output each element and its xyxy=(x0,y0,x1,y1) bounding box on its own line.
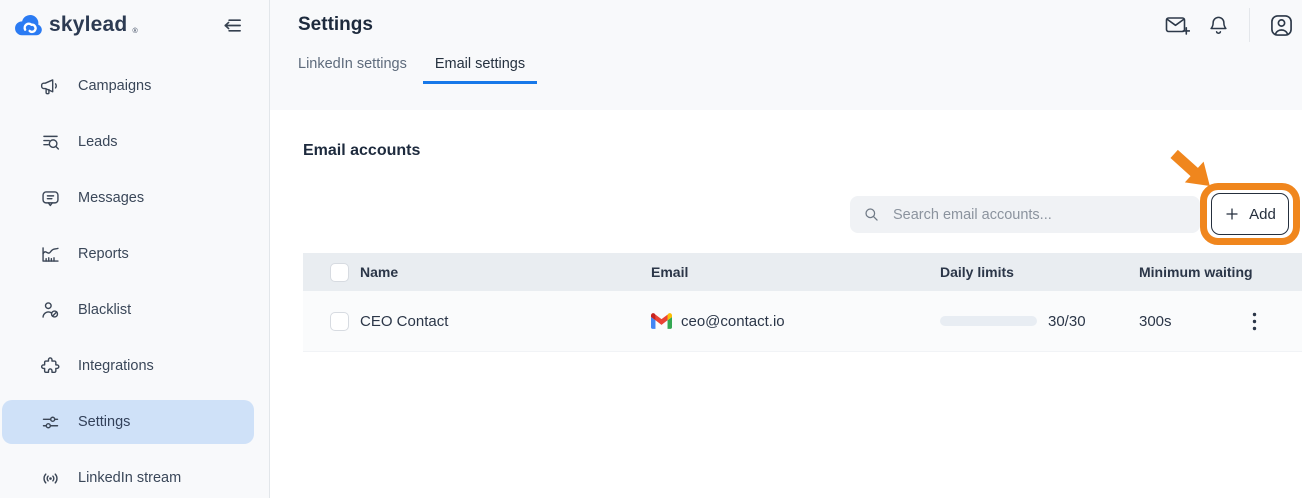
broadcast-icon xyxy=(40,468,61,489)
brand-name: skylead xyxy=(49,13,127,37)
sidebar-item-settings[interactable]: Settings xyxy=(2,400,254,444)
section-title: Email accounts xyxy=(303,142,420,160)
table-row: CEO Contact ceo@contact.io xyxy=(303,291,1302,352)
app-window: skylead ® Campaigns xyxy=(0,0,1302,498)
account-email-cell: ceo@contact.io xyxy=(651,313,940,330)
row-checkbox[interactable] xyxy=(330,312,349,331)
column-header-name: Name xyxy=(360,264,651,280)
skylead-logo[interactable]: skylead ® xyxy=(14,13,138,37)
skylead-cloud-icon xyxy=(14,13,44,37)
email-accounts-table: Name Email Daily limits Minimum waiting … xyxy=(303,253,1302,352)
lead-search-icon xyxy=(40,132,61,153)
search-icon xyxy=(862,205,881,224)
daily-limit-value: 30/30 xyxy=(1048,313,1086,330)
add-button-highlight-ring: Add xyxy=(1200,183,1300,245)
add-button-label: Add xyxy=(1249,206,1276,223)
megaphone-icon xyxy=(40,76,61,97)
sidebar-item-label: Integrations xyxy=(78,358,154,374)
gmail-icon xyxy=(651,313,672,329)
sidebar-item-label: Campaigns xyxy=(78,78,151,94)
header-divider xyxy=(1249,8,1250,42)
tab-email-settings[interactable]: Email settings xyxy=(423,56,537,84)
row-select-cell xyxy=(303,312,360,331)
sidebar: skylead ® Campaigns xyxy=(0,0,270,498)
collapse-sidebar-icon[interactable] xyxy=(220,14,243,37)
mail-plus-icon[interactable] xyxy=(1164,13,1190,37)
select-all-cell xyxy=(303,263,360,282)
sidebar-item-label: Settings xyxy=(78,414,130,430)
settings-tabs: LinkedIn settings Email settings xyxy=(270,56,1302,84)
sidebar-item-label: Messages xyxy=(78,190,144,206)
search-email-accounts-box xyxy=(850,196,1200,233)
top-band: Settings xyxy=(270,0,1302,110)
sidebar-logo-row: skylead ® xyxy=(0,0,269,40)
puzzle-icon xyxy=(40,356,61,377)
column-header-minimum-waiting: Minimum waiting xyxy=(1136,264,1246,280)
sidebar-item-label: LinkedIn stream xyxy=(78,470,181,486)
notifications-bell-icon[interactable] xyxy=(1207,14,1230,37)
email-settings-content: Email accounts xyxy=(270,110,1302,498)
row-actions-cell xyxy=(1246,308,1302,335)
header-icons xyxy=(1164,8,1294,42)
add-email-account-button[interactable]: Add xyxy=(1211,193,1289,235)
sidebar-item-leads[interactable]: Leads xyxy=(2,120,254,164)
minimum-waiting-cell: 300s xyxy=(1136,313,1246,330)
account-email-text: ceo@contact.io xyxy=(681,313,785,330)
sidebar-item-label: Leads xyxy=(78,134,118,150)
blocked-user-icon xyxy=(40,300,61,321)
table-header-row: Name Email Daily limits Minimum waiting xyxy=(303,253,1302,291)
sidebar-item-integrations[interactable]: Integrations xyxy=(2,344,254,388)
plus-icon xyxy=(1224,206,1240,222)
page-title: Settings xyxy=(298,14,373,36)
account-name-cell: CEO Contact xyxy=(360,313,651,330)
daily-limits-cell: 30/30 xyxy=(940,313,1136,330)
sidebar-item-linkedin-stream[interactable]: LinkedIn stream xyxy=(2,456,254,500)
header-row: Settings xyxy=(270,0,1302,40)
sidebar-nav: Campaigns Leads xyxy=(0,64,269,500)
message-bubble-icon xyxy=(40,188,61,209)
main-area: Settings xyxy=(270,0,1302,498)
column-header-daily-limits: Daily limits xyxy=(940,264,1136,280)
column-header-email: Email xyxy=(651,264,940,280)
sliders-icon xyxy=(40,412,61,433)
sidebar-item-label: Blacklist xyxy=(78,302,131,318)
report-chart-icon xyxy=(40,244,61,265)
select-all-checkbox[interactable] xyxy=(330,263,349,282)
tab-linkedin-settings[interactable]: LinkedIn settings xyxy=(298,56,407,84)
sidebar-item-campaigns[interactable]: Campaigns xyxy=(2,64,254,108)
sidebar-item-label: Reports xyxy=(78,246,129,262)
search-input[interactable] xyxy=(891,206,1188,224)
sidebar-item-messages[interactable]: Messages xyxy=(2,176,254,220)
sidebar-item-blacklist[interactable]: Blacklist xyxy=(2,288,254,332)
account-icon[interactable] xyxy=(1269,13,1294,38)
row-kebab-menu-icon[interactable] xyxy=(1248,308,1261,335)
daily-limit-progress-bar xyxy=(940,316,1037,326)
sidebar-item-reports[interactable]: Reports xyxy=(2,232,254,276)
registered-mark: ® xyxy=(132,28,137,37)
